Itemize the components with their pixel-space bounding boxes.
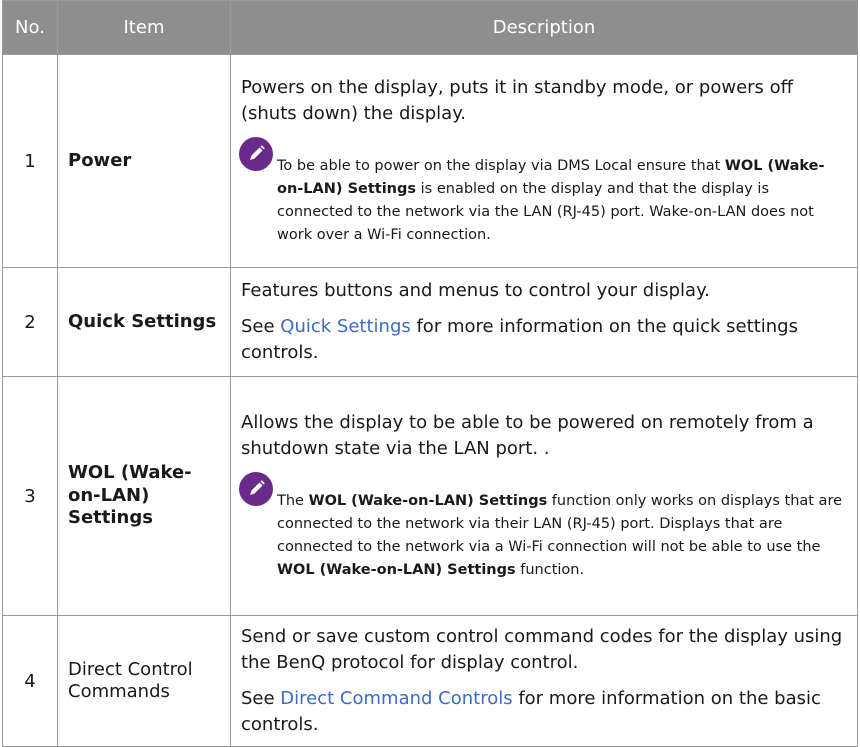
row-description: Features buttons and menus to control yo… <box>230 267 858 377</box>
description-text: Allows the display to be able to be powe… <box>241 412 814 460</box>
row-number: 2 <box>2 267 58 377</box>
row-number: 4 <box>2 614 58 747</box>
item-name: Direct Control Commands <box>57 614 231 747</box>
row-number: 1 <box>2 54 58 268</box>
note-pencil-icon <box>239 137 273 172</box>
header-no: No. <box>2 0 58 55</box>
see-also-text: See Direct Command Controls for more inf… <box>241 688 821 736</box>
direct-command-controls-link[interactable]: Direct Command Controls <box>280 688 512 709</box>
header-description: Description <box>230 0 858 55</box>
row-description: Allows the display to be able to be powe… <box>230 376 858 616</box>
table-row: 2 Quick Settings Features buttons and me… <box>2 267 858 377</box>
quick-settings-link[interactable]: Quick Settings <box>280 316 410 337</box>
row-number: 3 <box>2 376 58 616</box>
note-box: The WOL (Wake-on-LAN) Settings function … <box>239 472 845 582</box>
table-row: 1 Power Powers on the display, puts it i… <box>2 54 858 268</box>
description-text: Powers on the display, puts it in standb… <box>241 77 794 125</box>
note-pencil-icon <box>239 472 273 507</box>
table-row: 3 WOL (Wake-on-LAN) Settings Allows the … <box>2 376 858 616</box>
note-text: The WOL (Wake-on-LAN) Settings function … <box>277 493 843 578</box>
row-description: Powers on the display, puts it in standb… <box>230 54 858 268</box>
header-item: Item <box>57 0 231 55</box>
see-also-text: See Quick Settings for more information … <box>241 315 798 364</box>
item-name: Quick Settings <box>57 267 231 377</box>
description-text: Features buttons and menus to control yo… <box>241 279 710 301</box>
item-name: Power <box>57 54 231 268</box>
note-box: To be able to power on the display via D… <box>239 137 845 247</box>
row-description: Send or save custom control command code… <box>230 614 858 747</box>
description-table: No. Item Description 1 Power Powers on t… <box>2 0 858 747</box>
item-name: WOL (Wake-on-LAN) Settings <box>57 376 231 616</box>
description-text: Send or save custom control command code… <box>241 626 843 674</box>
table-header-row: No. Item Description <box>2 0 858 55</box>
table-row: 4 Direct Control Commands Send or save c… <box>2 614 858 747</box>
note-text: To be able to power on the display via D… <box>277 158 825 243</box>
